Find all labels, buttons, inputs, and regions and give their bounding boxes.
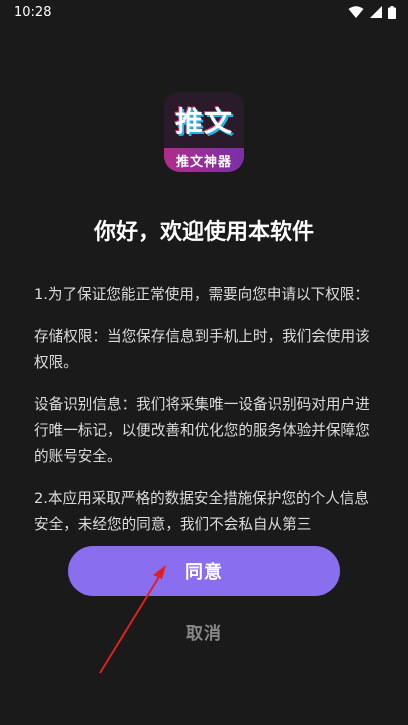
logo-sub-text: 推文神器 (175, 154, 232, 170)
dialog-title: 你好，欢迎使用本软件 (93, 220, 314, 245)
device-id-permission: 设备识别信息：我们将采集唯一设备识别码对用户进行唯一标记，以便改善和优化您的服务… (34, 396, 370, 465)
battery-icon (388, 5, 396, 19)
status-time: 10:28 (14, 4, 52, 20)
status-icons (348, 5, 396, 19)
storage-permission: 存储权限：当您保存信息到手机上时，我们会使用该权限。 (34, 328, 370, 371)
logo-bottom: 推文神器 (164, 148, 244, 172)
status-bar: 10:28 (0, 0, 408, 24)
privacy-content[interactable]: 1.为了保证您能正常使用，需要向您申请以下权限： 存储权限：当您保存信息到手机上… (34, 282, 376, 546)
logo-top: 推文 (164, 92, 244, 148)
logo-main-text: 推文 (174, 105, 233, 138)
app-logo: 推文 推文神器 (164, 92, 244, 172)
wifi-icon (348, 6, 364, 18)
permission-intro: 1.为了保证您能正常使用，需要向您申请以下权限： (34, 286, 369, 303)
data-security-note: 2.本应用采取严格的数据安全措施保护您的个人信息安全，未经您的同意，我们不会私自… (34, 490, 369, 533)
cancel-button[interactable]: 取消 (154, 614, 254, 648)
agree-button[interactable]: 同意 (68, 546, 340, 596)
signal-icon (370, 6, 382, 18)
